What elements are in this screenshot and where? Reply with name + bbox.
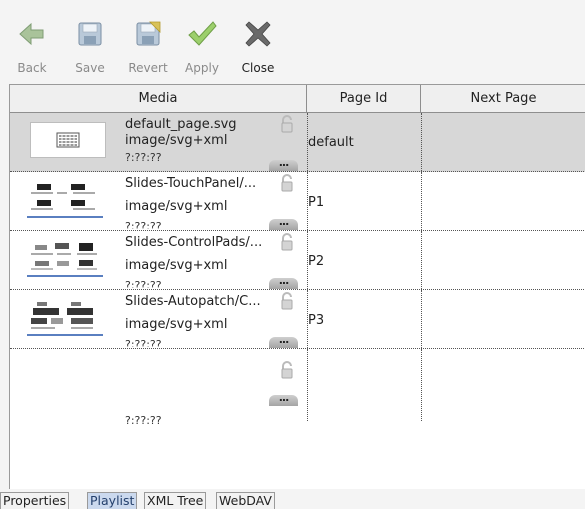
column-divider [421,231,422,289]
more-label: ... [278,156,290,169]
table-row[interactable]: Slides-TouchPanel/... image/svg+xml ?:??… [10,172,585,231]
checkmark-icon [188,21,217,46]
media-thumbnail [27,182,103,218]
media-duration: ?:??:?? [125,338,162,347]
tab-xml-tree[interactable]: XML Tree [144,492,207,509]
tab-playlist[interactable]: Playlist [87,492,138,509]
unlock-icon[interactable] [280,233,294,251]
revert-icon [136,21,161,46]
unlock-icon[interactable] [280,174,294,192]
media-thumbnail [30,122,106,158]
svg-file-thumbnail-icon [56,132,80,148]
grid-header: Media Page Id Next Page [10,85,585,113]
more-label: ... [278,215,290,228]
page-id-cell[interactable]: default [308,135,354,150]
tab-properties[interactable]: Properties [0,492,70,509]
column-divider [307,349,308,421]
unlock-icon[interactable] [280,115,294,133]
column-divider [421,172,422,230]
more-options-button[interactable]: ... [269,391,298,406]
close-x-icon [245,21,271,47]
media-type: image/svg+xml [125,133,228,148]
media-type: image/svg+xml [125,199,228,214]
apply-button[interactable]: Apply [177,12,227,76]
arrow-left-icon [19,22,44,46]
more-options-button[interactable]: ... [269,156,298,171]
more-label: ... [278,274,290,287]
media-filename: Slides-Autopatch/C... [125,294,261,309]
media-filename: default_page.svg [125,117,237,132]
column-header-media[interactable]: Media [10,85,307,112]
page-id-cell[interactable]: P2 [308,254,324,269]
media-thumbnail [27,300,103,336]
back-label: Back [17,61,47,75]
media-filename: Slides-TouchPanel/... [125,176,257,191]
media-duration: ?:??:?? [125,414,162,427]
more-options-button[interactable]: ... [269,215,298,230]
slide-thumbnail-icon [27,302,103,336]
more-label: ... [278,391,290,404]
revert-button[interactable]: Revert [123,12,173,76]
page-id-cell[interactable]: P3 [308,313,324,328]
floppy-disk-icon [78,22,102,46]
media-thumbnail [27,241,103,277]
column-divider [421,113,422,171]
more-options-button[interactable]: ... [269,333,298,348]
page-id-cell[interactable]: P1 [308,195,324,210]
more-options-button[interactable]: ... [269,274,298,289]
slide-thumbnail-icon [27,243,103,277]
close-button[interactable]: Close [233,12,283,76]
toolbar: Back Save Revert Apply Close [0,0,585,84]
unlock-icon[interactable] [280,292,294,310]
media-type: image/svg+xml [125,317,228,332]
media-duration: ?:??:?? [125,220,162,229]
column-header-next-page[interactable]: Next Page [421,85,585,112]
media-duration: ?:??:?? [125,151,162,164]
column-header-page-id[interactable]: Page Id [307,85,421,112]
table-row[interactable]: Slides-ControlPads/... image/svg+xml ?:?… [10,231,585,290]
playlist-grid: Media Page Id Next Page default_page.svg… [9,84,585,490]
unlock-icon[interactable] [280,361,294,379]
table-row[interactable]: ... ?:??:?? [10,349,585,490]
table-row[interactable]: default_page.svg image/svg+xml ?:??:?? .… [10,113,585,172]
save-button[interactable]: Save [65,12,115,76]
media-type: image/svg+xml [125,258,228,273]
media-filename: Slides-ControlPads/... [125,235,263,250]
back-button[interactable]: Back [7,12,57,76]
media-duration: ?:??:?? [125,279,162,288]
save-label: Save [75,61,105,75]
tab-webdav[interactable]: WebDAV [216,492,275,509]
more-label: ... [278,333,290,346]
close-label: Close [241,61,275,75]
revert-label: Revert [128,61,168,75]
apply-label: Apply [185,61,219,75]
column-divider [421,349,422,421]
column-divider [421,290,422,348]
table-row[interactable]: Slides-Autopatch/C... image/svg+xml ?:??… [10,290,585,349]
slide-thumbnail-icon [27,184,103,218]
bottom-tab-bar: Properties Playlist XML Tree WebDAV [0,489,585,509]
